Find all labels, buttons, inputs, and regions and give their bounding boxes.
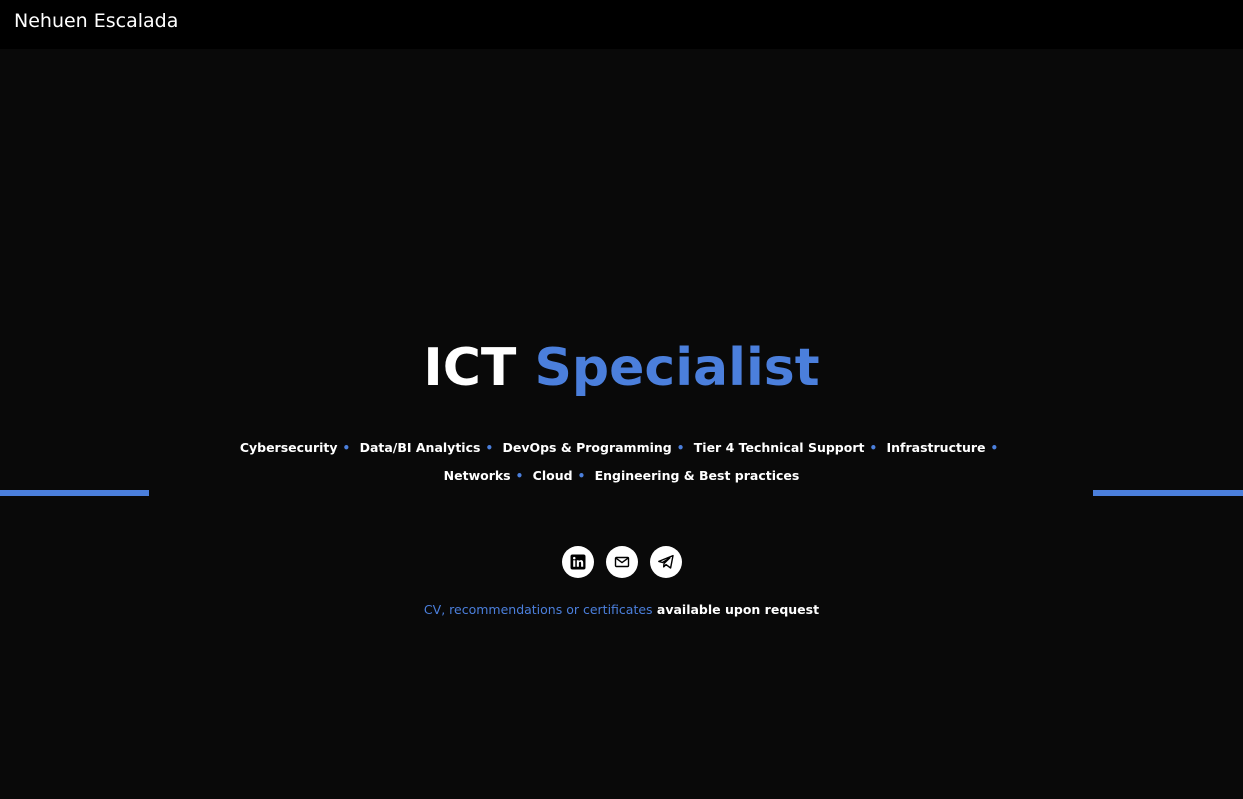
skill-item-cybersecurity: Cybersecurity bbox=[239, 440, 338, 455]
decorative-line-left bbox=[0, 490, 149, 496]
separator-dot: • bbox=[869, 441, 878, 455]
skill-item-tier4-support: Tier 4 Technical Support bbox=[693, 440, 865, 455]
telegram-button[interactable] bbox=[649, 546, 682, 578]
separator-dot: • bbox=[485, 441, 494, 455]
skill-item-networks: Networks bbox=[443, 468, 511, 483]
brand-link[interactable]: Nehuen Escalada bbox=[14, 10, 178, 32]
title-word-ict: ICT bbox=[423, 338, 517, 398]
separator-dot: • bbox=[515, 469, 524, 483]
documents-link[interactable]: CV, recommendations or certificates bbox=[424, 602, 653, 617]
availability-note: CV, recommendations or certificates avai… bbox=[0, 602, 1243, 617]
skill-item-data-bi-analytics: Data/BI Analytics bbox=[359, 440, 481, 455]
page-title: ICT Specialist bbox=[0, 334, 1243, 402]
skill-item-devops-programming: DevOps & Programming bbox=[502, 440, 672, 455]
skill-item-infrastructure: Infrastructure bbox=[886, 440, 986, 455]
mail-icon bbox=[614, 554, 630, 570]
separator-dot: • bbox=[342, 441, 351, 455]
linkedin-button[interactable] bbox=[561, 546, 594, 578]
separator-dot: • bbox=[676, 441, 685, 455]
telegram-icon bbox=[657, 553, 675, 571]
linkedin-icon bbox=[570, 554, 586, 570]
social-links bbox=[0, 546, 1243, 578]
skills-list: Cybersecurity • Data/BI Analytics • DevOps… bbox=[200, 434, 1043, 490]
top-navbar: Nehuen Escalada bbox=[0, 0, 1243, 49]
separator-dot: • bbox=[577, 469, 586, 483]
skill-item-cloud: Cloud bbox=[532, 468, 573, 483]
skill-item-engineering-best-practices: Engineering & Best practices bbox=[594, 468, 800, 483]
email-button[interactable] bbox=[605, 546, 638, 578]
separator-dot: • bbox=[990, 441, 999, 455]
title-word-specialist: Specialist bbox=[534, 338, 820, 398]
availability-text: available upon request bbox=[652, 602, 820, 617]
decorative-line-right bbox=[1093, 490, 1243, 496]
